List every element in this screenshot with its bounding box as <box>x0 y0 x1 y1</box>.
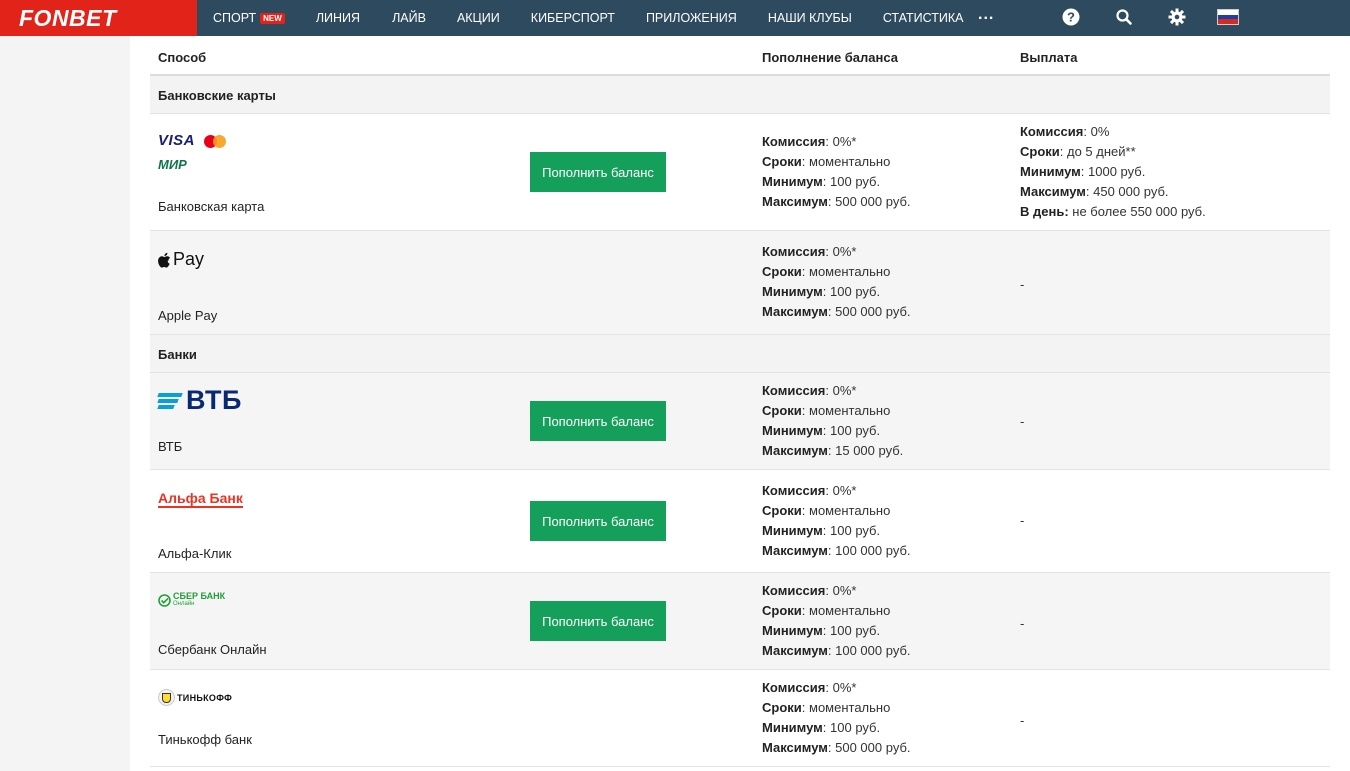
deposit-info: Комиссия: 0%* Сроки: моментально Минимум… <box>762 134 911 209</box>
deposit-info: Комиссия: 0%* Сроки: моментально Минимум… <box>762 483 911 558</box>
table-row: СБЕР БАНК Онлайн Сбербанк Онлайн Пополни… <box>150 573 1330 670</box>
mir-logo: МИР <box>158 157 187 172</box>
method-name: Банковская карта <box>158 199 265 214</box>
nav-item-live[interactable]: Лайв <box>392 0 426 36</box>
nav-item-sport[interactable]: Спорт NEW <box>213 0 285 36</box>
top-up-button[interactable]: Пополнить баланс <box>530 501 666 541</box>
payout-info: - <box>1020 713 1025 728</box>
payment-methods-panel: Способ Пополнение баланса Выплата Банков… <box>130 36 1350 771</box>
header-method: Способ <box>158 50 207 65</box>
section-title: Банковские карты <box>158 88 276 103</box>
sberbank-logo: СБЕР БАНК Онлайн <box>158 592 225 608</box>
alfa-bank-logo: Альфа Банк <box>158 490 243 508</box>
table-header: Способ Пополнение баланса Выплата <box>150 36 1330 76</box>
section-banks: Банки <box>150 335 1330 373</box>
language-flag-icon[interactable] <box>1217 9 1239 25</box>
sber-check-icon <box>158 593 171 607</box>
table-row: ТИНЬКОФФ Тинькофф банк Комиссия: 0%* Сро… <box>150 670 1330 767</box>
svg-text:?: ? <box>1067 10 1075 25</box>
apple-pay-logo: Pay <box>158 249 204 270</box>
deposit-info: Комиссия: 0%* Сроки: моментально Минимум… <box>762 383 904 458</box>
deposit-info: Комиссия: 0%* Сроки: моментально Минимум… <box>762 583 911 658</box>
payment-methods-table: Способ Пополнение баланса Выплата Банков… <box>150 36 1330 767</box>
tinkoff-emblem-icon <box>158 689 175 706</box>
more-menu-button[interactable]: ... <box>978 6 994 24</box>
payout-info: - <box>1020 616 1025 631</box>
deposit-info: Комиссия: 0%* Сроки: моментально Минимум… <box>762 244 911 319</box>
fonbet-logo[interactable]: FONBET <box>0 0 197 36</box>
nav-item-clubs[interactable]: Наши клубы <box>768 0 852 36</box>
tinkoff-logo: ТИНЬКОФФ <box>158 689 232 706</box>
payout-info: - <box>1020 277 1025 292</box>
vtb-stripes-icon <box>157 392 183 409</box>
help-icon[interactable]: ? <box>1062 8 1080 26</box>
payout-info: - <box>1020 414 1025 429</box>
payout-info: Комиссия: 0% Сроки: до 5 дней** Минимум:… <box>1020 124 1206 219</box>
section-title: Банки <box>158 347 197 362</box>
table-row: Альфа Банк Альфа-Клик Пополнить баланс К… <box>150 470 1330 573</box>
table-row: ВТБ ВТБ Пополнить баланс Комиссия: 0%* С… <box>150 373 1330 470</box>
gear-icon[interactable] <box>1168 8 1186 26</box>
header-deposit: Пополнение баланса <box>762 50 898 65</box>
method-name: Сбербанк Онлайн <box>158 642 267 657</box>
table-row: VISA МИР Банковская карта Пополнить бала… <box>150 114 1330 231</box>
nav-item-line[interactable]: Линия <box>316 0 360 36</box>
method-name: ВТБ <box>158 439 183 454</box>
nav-item-statistics[interactable]: Статистика <box>883 0 964 36</box>
search-icon[interactable] <box>1115 8 1133 26</box>
deposit-info: Комиссия: 0%* Сроки: моментально Минимум… <box>762 680 911 755</box>
method-name: Тинькофф банк <box>158 732 252 747</box>
nav-item-esports[interactable]: Киберспорт <box>531 0 615 36</box>
vtb-logo: ВТБ <box>157 385 242 416</box>
mastercard-logo <box>204 135 226 148</box>
nav-item-promotions[interactable]: Акции <box>457 0 500 36</box>
visa-logo: VISA <box>158 132 196 149</box>
method-name: Apple Pay <box>158 308 218 323</box>
brand-name: FONBET <box>19 4 117 31</box>
new-badge: NEW <box>260 12 285 24</box>
table-row: Pay Apple Pay Комиссия: 0%* Сроки: момен… <box>150 231 1330 335</box>
top-up-button[interactable]: Пополнить баланс <box>530 152 666 192</box>
apple-icon <box>158 252 171 268</box>
payout-info: - <box>1020 513 1025 528</box>
header-payout: Выплата <box>1020 50 1078 65</box>
top-navigation-bar: FONBET Спорт NEW Линия Лайв Акции Киберс… <box>0 0 1350 36</box>
top-up-button[interactable]: Пополнить баланс <box>530 601 666 641</box>
main-nav: Спорт NEW Линия Лайв Акции Киберспорт Пр… <box>197 0 963 36</box>
nav-item-apps[interactable]: Приложения <box>646 0 737 36</box>
method-name: Альфа-Клик <box>158 546 232 561</box>
section-bank-cards: Банковские карты <box>150 76 1330 114</box>
top-up-button[interactable]: Пополнить баланс <box>530 401 666 441</box>
